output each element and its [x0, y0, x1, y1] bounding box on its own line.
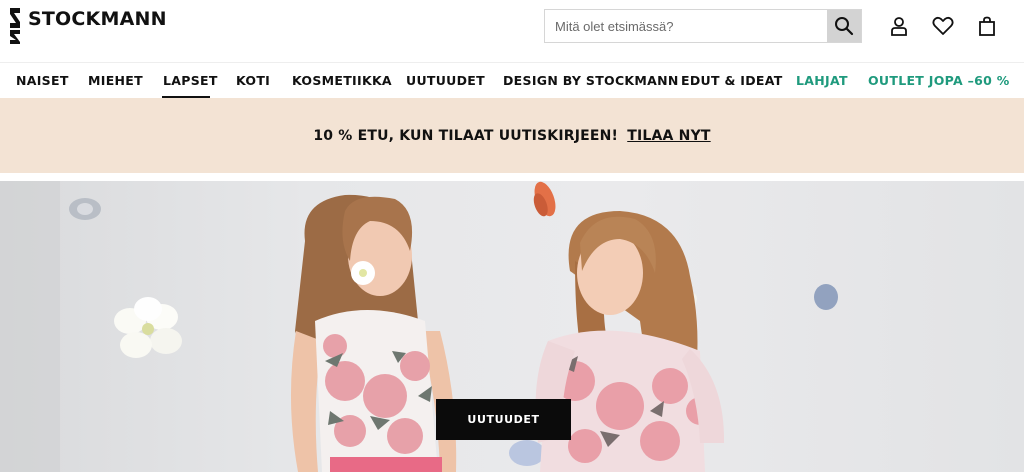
nav-item-outlet[interactable]: OUTLET JOPA –60 % [868, 73, 1010, 88]
bag-icon [979, 16, 995, 36]
newsletter-promo-banner: 10 % ETU, KUN TILAAT UUTISKIRJEEN! TILAA… [0, 98, 1024, 173]
site-header: STOCKMANN [0, 0, 1024, 62]
brand-name: STOCKMANN [28, 8, 167, 30]
main-navigation: NAISET MIEHET LAPSET KOTI KOSMETIIKKA UU… [0, 62, 1024, 99]
nav-item-kosmetiikka[interactable]: KOSMETIIKKA [292, 73, 392, 88]
search-icon [835, 17, 854, 36]
wishlist-button[interactable] [930, 14, 956, 38]
account-button[interactable] [886, 14, 912, 38]
promo-text: 10 % ETU, KUN TILAAT UUTISKIRJEEN! [313, 127, 619, 144]
user-icon [891, 17, 907, 36]
search-button[interactable] [827, 10, 861, 42]
nav-item-miehet[interactable]: MIEHET [88, 73, 143, 88]
logo-mark-icon [10, 8, 20, 44]
nav-item-design-by-stockmann[interactable]: DESIGN BY STOCKMANN [503, 73, 679, 88]
subscribe-link[interactable]: TILAA NYT [627, 128, 710, 144]
nav-item-uutuudet[interactable]: UUTUUDET [406, 73, 485, 88]
nav-item-koti[interactable]: KOTI [236, 73, 270, 88]
heart-icon [932, 16, 954, 35]
stockmann-logo[interactable]: STOCKMANN [8, 6, 167, 46]
search-input[interactable] [545, 10, 827, 42]
nav-item-naiset[interactable]: NAISET [16, 73, 69, 88]
header-actions [886, 14, 1018, 38]
nav-item-lahjat[interactable]: LAHJAT [796, 73, 848, 88]
search-bar [544, 9, 862, 43]
cart-button[interactable] [974, 14, 1000, 38]
nav-item-edut-ideat[interactable]: EDUT & IDEAT [681, 73, 783, 88]
promo-message: 10 % ETU, KUN TILAAT UUTISKIRJEEN! TILAA… [313, 128, 710, 144]
nav-item-lapset[interactable]: LAPSET [163, 73, 218, 88]
new-arrivals-button[interactable]: UUTUUDET [436, 399, 571, 440]
left-girl [290, 194, 457, 472]
